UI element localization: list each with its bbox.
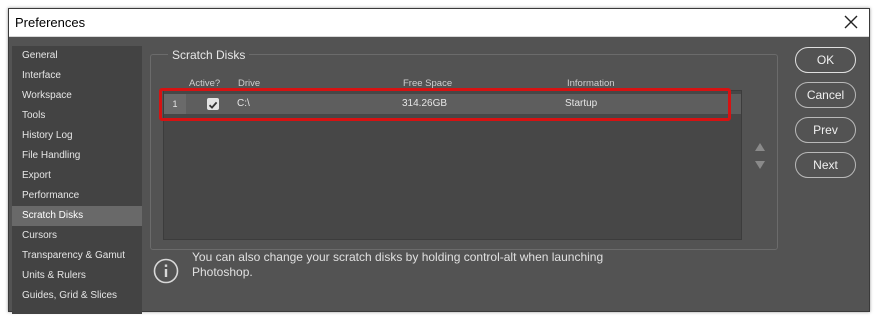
sidebar-item-file-handling[interactable]: File Handling xyxy=(12,146,142,166)
move-down-icon[interactable] xyxy=(753,158,767,176)
preferences-sidebar: General Interface Workspace Tools Histor… xyxy=(12,46,142,314)
sidebar-item-interface[interactable]: Interface xyxy=(12,66,142,86)
prev-button[interactable]: Prev xyxy=(795,117,856,143)
scratch-disk-note: You can also change your scratch disks b… xyxy=(192,250,604,279)
ok-button[interactable]: OK xyxy=(795,47,856,73)
sidebar-item-workspace[interactable]: Workspace xyxy=(12,86,142,106)
group-title: Scratch Disks xyxy=(168,48,250,62)
sidebar-item-general[interactable]: General xyxy=(12,46,142,66)
sidebar-item-export[interactable]: Export xyxy=(12,166,142,186)
title-bar: Preferences xyxy=(9,9,869,37)
close-icon[interactable] xyxy=(841,11,861,33)
info-icon xyxy=(153,258,179,289)
dialog-title: Preferences xyxy=(15,15,86,30)
sidebar-item-tools[interactable]: Tools xyxy=(12,106,142,126)
next-button[interactable]: Next xyxy=(795,152,856,178)
sidebar-item-guides-grid-slices[interactable]: Guides, Grid & Slices xyxy=(12,286,142,306)
cancel-button[interactable]: Cancel xyxy=(795,82,856,108)
sidebar-item-scratch-disks[interactable]: Scratch Disks xyxy=(12,206,142,226)
sidebar-item-units-rulers[interactable]: Units & Rulers xyxy=(12,266,142,286)
move-up-icon[interactable] xyxy=(753,140,767,158)
sidebar-item-transparency-gamut[interactable]: Transparency & Gamut xyxy=(12,246,142,266)
sidebar-item-history-log[interactable]: History Log xyxy=(12,126,142,146)
sidebar-item-performance[interactable]: Performance xyxy=(12,186,142,206)
highlight-annotation xyxy=(159,88,731,121)
sidebar-item-cursors[interactable]: Cursors xyxy=(12,226,142,246)
